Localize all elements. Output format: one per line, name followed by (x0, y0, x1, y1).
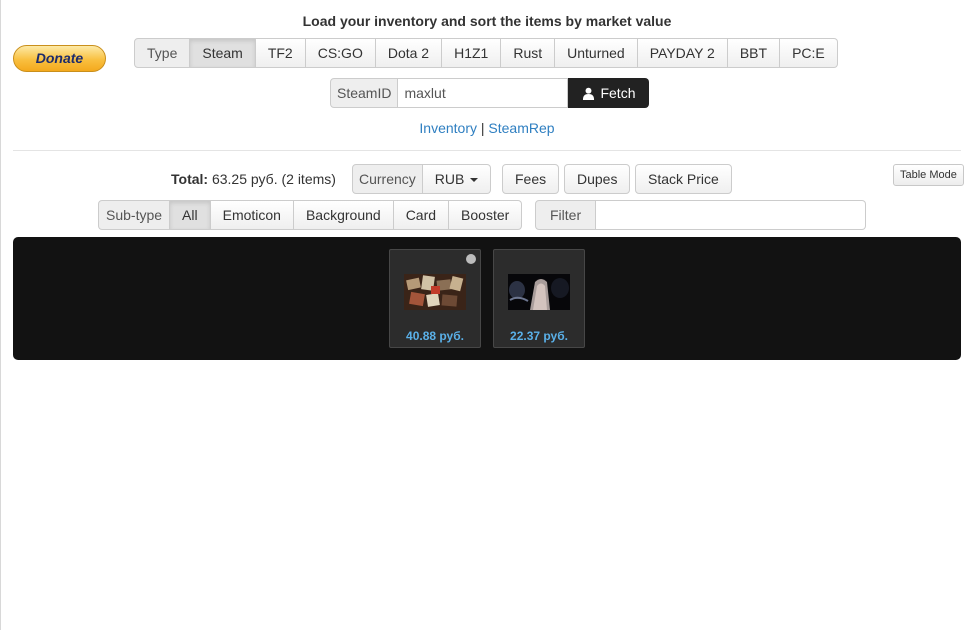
tab-bbt[interactable]: BBT (727, 38, 781, 68)
steamid-label: SteamID (330, 78, 399, 108)
steamrep-link[interactable]: SteamRep (488, 120, 554, 136)
fetch-label: Fetch (600, 85, 636, 101)
tab-unturned[interactable]: Unturned (555, 38, 638, 68)
total-label: Total: (171, 171, 209, 187)
item-price: 22.37 руб. (510, 329, 568, 343)
total-summary: Total: 63.25 руб. (2 items) (171, 171, 336, 187)
tab-h1z1[interactable]: H1Z1 (442, 38, 502, 68)
steamid-form: SteamID maxlut Fetch (330, 78, 650, 108)
selected-indicator (466, 254, 476, 264)
steamid-input[interactable]: maxlut (398, 78, 569, 108)
item-price: 40.88 руб. (406, 329, 464, 343)
tab-rust[interactable]: Rust (501, 38, 556, 68)
subtype-label: Sub-type (98, 200, 171, 230)
tab-steam[interactable]: Steam (190, 38, 256, 68)
inventory-item[interactable]: 22.37 руб. (493, 249, 585, 348)
currency-label: Currency (352, 164, 423, 194)
type-label: Type (134, 38, 191, 68)
subtype-all[interactable]: All (170, 200, 211, 230)
tab-tf2[interactable]: TF2 (255, 38, 306, 68)
caret-down-icon (470, 178, 479, 183)
subtype-booster[interactable]: Booster (449, 200, 523, 230)
divider (13, 150, 961, 151)
filter-group: Filter (535, 200, 867, 230)
dupes-button[interactable]: Dupes (564, 164, 631, 194)
subtype-tabs: Sub-type All Emoticon Background Card Bo… (98, 200, 523, 230)
currency-dropdown[interactable]: RUB (422, 164, 492, 194)
tab-payday2[interactable]: PAYDAY 2 (637, 38, 728, 68)
inventory-item[interactable]: 40.88 руб. (389, 249, 481, 348)
currency-select: Currency RUB (352, 164, 492, 194)
filter-label: Filter (535, 200, 597, 230)
table-mode-button[interactable]: Table Mode (893, 164, 964, 186)
game-type-tabs: Type Steam TF2 CS:GO Dota 2 H1Z1 Rust Un… (134, 38, 838, 68)
user-icon (583, 87, 595, 100)
fetch-button[interactable]: Fetch (568, 78, 650, 108)
tab-pce[interactable]: PC:E (780, 38, 838, 68)
subtype-background[interactable]: Background (293, 200, 394, 230)
item-thumbnail (508, 274, 570, 310)
page-title: Load your inventory and sort the items b… (302, 13, 672, 29)
link-separator: | (480, 120, 485, 136)
total-value: 63.25 руб. (2 items) (211, 171, 336, 187)
item-thumbnail (404, 274, 466, 310)
filter-input[interactable] (596, 200, 867, 230)
inventory-panel: 40.88 руб. 22.37 руб. (13, 237, 961, 360)
fees-button[interactable]: Fees (502, 164, 560, 194)
subtype-card[interactable]: Card (393, 200, 450, 230)
tab-csgo[interactable]: CS:GO (305, 38, 376, 68)
inventory-link[interactable]: Inventory (419, 120, 477, 136)
profile-links: Inventory | SteamRep (1, 120, 972, 136)
currency-value: RUB (434, 171, 465, 187)
donate-button[interactable]: Donate (13, 45, 106, 72)
tab-dota2[interactable]: Dota 2 (375, 38, 443, 68)
stack-price-button[interactable]: Stack Price (635, 164, 732, 194)
subtype-emoticon[interactable]: Emoticon (210, 200, 294, 230)
